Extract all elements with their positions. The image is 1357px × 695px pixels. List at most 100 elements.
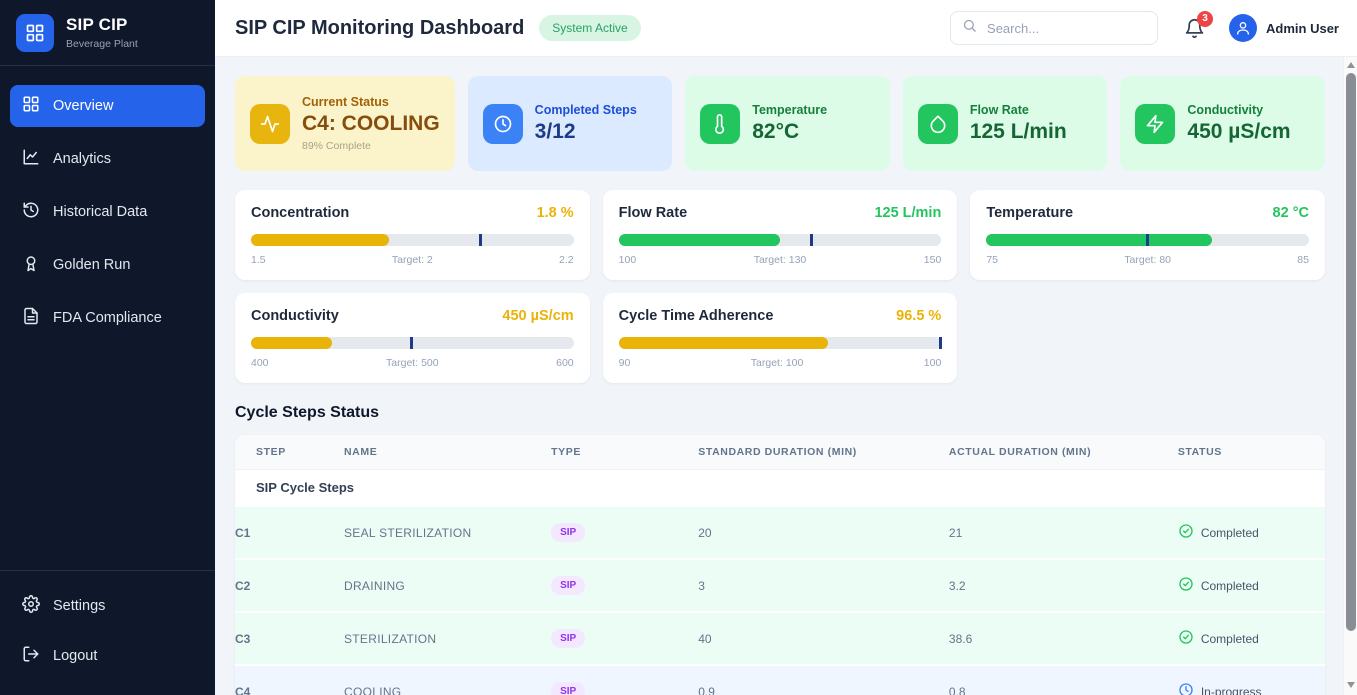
clock-icon <box>483 104 523 144</box>
metric-title: Temperature <box>986 205 1073 221</box>
status-label: Completed <box>1201 526 1259 540</box>
search-input[interactable] <box>985 20 1146 37</box>
status-card-label: Temperature <box>752 103 827 117</box>
metric-progress-bar <box>251 234 574 246</box>
sidebar-nav: Overview Analytics Historical Data Golden R… <box>0 66 215 358</box>
sidebar-item-analytics[interactable]: Analytics <box>10 138 205 180</box>
scrollbar-thumb[interactable] <box>1346 73 1356 631</box>
dashboard-content: Current StatusC4: COOLING89% CompleteCom… <box>215 57 1357 695</box>
sidebar-item-label: Logout <box>53 648 97 664</box>
status-label: Completed <box>1201 632 1259 646</box>
check-circle-icon <box>1178 576 1194 595</box>
metric-progress-bar <box>619 337 942 349</box>
sidebar-item-label: Analytics <box>53 151 111 167</box>
table-row-c2[interactable]: C2DRAININGSIP33.2Completed <box>235 559 1325 612</box>
metric-target-marker <box>479 234 482 246</box>
cell-standard-duration: 3 <box>698 559 949 612</box>
metric-target-label: Target: 2 <box>392 254 433 266</box>
metric-target-marker <box>410 337 413 349</box>
cell-name: SEAL STERILIZATION <box>344 506 551 559</box>
metric-value: 450 µS/cm <box>502 308 573 324</box>
gear-icon <box>22 595 40 617</box>
sidebar-item-overview[interactable]: Overview <box>10 85 205 127</box>
sidebar-item-label: Historical Data <box>53 204 147 220</box>
type-badge: SIP <box>551 576 585 595</box>
status-card-value: 125 L/min <box>970 120 1067 144</box>
app-title: SIP CIP <box>66 15 138 35</box>
sidebar-item-label: Golden Run <box>53 257 130 273</box>
table-group-row: SIP Cycle Steps <box>235 470 1325 507</box>
user-name: Admin User <box>1266 21 1339 36</box>
type-badge: SIP <box>551 682 585 695</box>
cell-name: COOLING <box>344 665 551 695</box>
document-icon <box>22 307 40 329</box>
cell-name: STERILIZATION <box>344 612 551 665</box>
sidebar-item-golden-run[interactable]: Golden Run <box>10 244 205 286</box>
metric-progress-fill <box>251 337 332 349</box>
history-icon <box>22 201 40 223</box>
search-box[interactable] <box>950 11 1158 45</box>
notification-count-badge: 3 <box>1197 11 1213 27</box>
activity-icon <box>250 104 290 144</box>
metric-progress-fill <box>619 337 829 349</box>
column-header-step: Step <box>235 435 344 470</box>
metric-min-label: 1.5 <box>251 254 266 266</box>
metric-min-label: 75 <box>986 254 998 266</box>
cell-actual-duration: 21 <box>949 506 1178 559</box>
award-icon <box>22 254 40 276</box>
metric-progress-bar <box>986 234 1309 246</box>
metric-max-label: 150 <box>924 254 942 266</box>
metric-value: 82 °C <box>1273 205 1309 221</box>
check-circle-icon <box>1178 629 1194 648</box>
metric-card-concentration: Concentration1.8 %1.5Target: 22.2 <box>235 190 590 280</box>
cell-actual-duration: 3.2 <box>949 559 1178 612</box>
metric-target-marker <box>939 337 942 349</box>
sidebar-logo: SIP CIP Beverage Plant <box>0 0 215 66</box>
vertical-scrollbar[interactable] <box>1343 57 1357 695</box>
bolt-icon <box>1135 104 1175 144</box>
grid-icon <box>22 95 40 117</box>
cell-actual-duration: 0.8 <box>949 665 1178 695</box>
scroll-down-arrow-icon[interactable] <box>1344 678 1357 692</box>
cell-standard-duration: 20 <box>698 506 949 559</box>
metric-value: 96.5 % <box>896 308 941 324</box>
top-bar: SIP CIP Monitoring Dashboard System Acti… <box>215 0 1357 57</box>
metric-target-label: Target: 500 <box>386 357 439 369</box>
table-row-c1[interactable]: C1SEAL STERILIZATIONSIP2021Completed <box>235 506 1325 559</box>
page-title: SIP CIP Monitoring Dashboard <box>235 17 524 40</box>
app-logo-icon <box>16 14 54 52</box>
table-row-c4[interactable]: C4COOLINGSIP0.90.8In-progress <box>235 665 1325 695</box>
user-avatar[interactable] <box>1229 14 1257 42</box>
sidebar-item-fda-compliance[interactable]: FDA Compliance <box>10 297 205 339</box>
metric-card-cycle-time-adherence: Cycle Time Adherence96.5 %90Target: 1001… <box>603 293 958 383</box>
status-label: Completed <box>1201 579 1259 593</box>
metric-title: Concentration <box>251 205 349 221</box>
section-title: Cycle Steps Status <box>235 404 1325 422</box>
sidebar-item-settings[interactable]: Settings <box>10 585 205 627</box>
sidebar-item-historical-data[interactable]: Historical Data <box>10 191 205 233</box>
table-header: StepNameTypeStandard Duration (min)Actua… <box>235 435 1325 470</box>
status-card-current-status: Current StatusC4: COOLING89% Complete <box>235 76 455 171</box>
metric-title: Conductivity <box>251 308 339 324</box>
notifications-button[interactable]: 3 <box>1184 18 1205 39</box>
status-card-conductivity: Conductivity450 µS/cm <box>1120 76 1325 171</box>
group-row-label: SIP Cycle Steps <box>235 470 1325 507</box>
chart-line-icon <box>22 148 40 170</box>
status-card-completed-steps: Completed Steps3/12 <box>468 76 673 171</box>
sidebar-item-label: FDA Compliance <box>53 310 162 326</box>
status-card-value: 450 µS/cm <box>1187 120 1290 144</box>
metric-min-label: 400 <box>251 357 269 369</box>
sidebar-item-logout[interactable]: Logout <box>10 635 205 677</box>
column-header-standard-duration-min: Standard Duration (min) <box>698 435 949 470</box>
type-badge: SIP <box>551 629 585 648</box>
cell-actual-duration: 38.6 <box>949 612 1178 665</box>
scroll-up-arrow-icon[interactable] <box>1344 58 1357 72</box>
status-card-label: Completed Steps <box>535 103 637 117</box>
sidebar-item-label: Settings <box>53 598 105 614</box>
column-header-status: Status <box>1178 435 1325 470</box>
table-row-c3[interactable]: C3STERILIZATIONSIP4038.6Completed <box>235 612 1325 665</box>
clock-icon <box>1178 682 1194 695</box>
cell-step: C2 <box>235 559 344 612</box>
status-card-subtext: 89% Complete <box>302 140 440 152</box>
cell-step: C1 <box>235 506 344 559</box>
